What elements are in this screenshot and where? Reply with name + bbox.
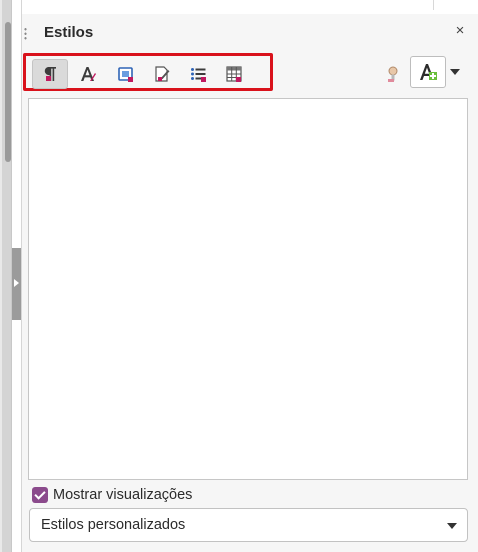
panel-header: Estilos ×	[22, 14, 478, 50]
panel-grip-icon[interactable]	[24, 27, 27, 41]
style-filter-select[interactable]: Estilos personalizados	[29, 508, 468, 542]
paragraph-styles-icon	[44, 67, 56, 81]
new-style-from-selection-icon	[420, 64, 437, 80]
list-styles-icon	[191, 68, 206, 82]
character-styles-icon	[81, 67, 96, 81]
styles-toolbar	[22, 50, 478, 98]
fill-format-mode-button[interactable]	[378, 59, 408, 89]
sidebar-collapse-handle[interactable]	[12, 248, 21, 320]
page-styles-icon	[155, 66, 170, 82]
show-previews-label: Mostrar visualizações	[53, 487, 193, 503]
frame-styles-icon	[118, 67, 133, 82]
styles-panel: Estilos × Mostrar visualizações Estilos …	[22, 14, 478, 552]
document-scrollbar[interactable]	[2, 0, 12, 552]
panel-title: Estilos	[44, 24, 94, 41]
close-panel-button[interactable]: ×	[452, 23, 468, 39]
fill-format-mode-icon	[388, 66, 398, 82]
table-styles-icon	[226, 66, 242, 82]
frame-styles-button[interactable]	[108, 59, 144, 89]
styles-list[interactable]	[28, 98, 468, 480]
character-styles-button[interactable]	[70, 59, 106, 89]
chevron-down-icon	[447, 523, 457, 529]
list-styles-button[interactable]	[180, 59, 216, 89]
dropdown-arrow-icon[interactable]	[450, 69, 460, 75]
paragraph-styles-button[interactable]	[32, 59, 68, 89]
table-styles-button[interactable]	[216, 59, 252, 89]
tabbar-divider	[433, 0, 434, 10]
scrollbar-thumb[interactable]	[5, 22, 11, 162]
show-previews-row[interactable]: Mostrar visualizações	[32, 485, 192, 505]
style-filter-value: Estilos personalizados	[41, 517, 186, 533]
show-previews-checkbox[interactable]	[32, 487, 48, 503]
new-style-button[interactable]	[410, 56, 446, 88]
page-styles-button[interactable]	[144, 59, 180, 89]
